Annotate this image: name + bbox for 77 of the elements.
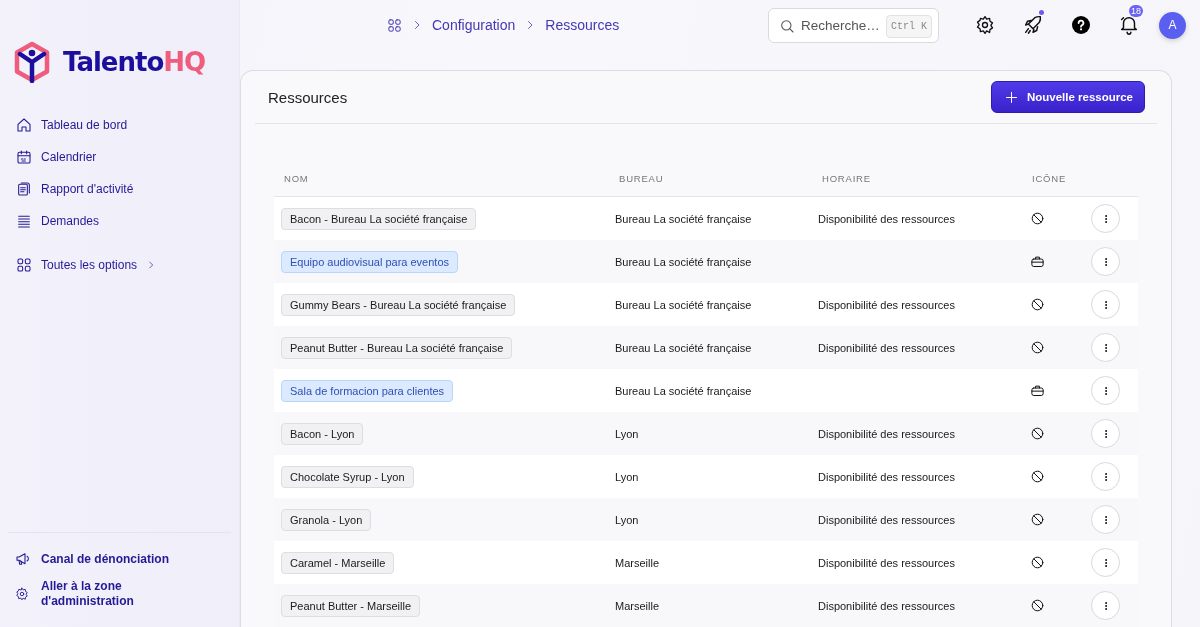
more-options-button[interactable]: [1091, 505, 1120, 534]
table-cell: Marseille: [615, 599, 659, 612]
resource-tag[interactable]: Gummy Bears - Bureau La société française: [281, 293, 516, 316]
breadcrumb-link[interactable]: Ressources: [545, 17, 620, 33]
table-cell: Disponibilité des ressources: [818, 427, 955, 440]
briefcase-icon: [1030, 254, 1045, 269]
resource-tag[interactable]: Sala de formacion para clientes: [281, 379, 454, 402]
breadcrumb-link[interactable]: Configuration: [432, 17, 516, 33]
sidebar-item[interactable]: Aller à la zone d'administration: [15, 579, 231, 609]
home-icon: [16, 117, 32, 133]
no-entry-icon: [1030, 555, 1045, 570]
no-entry-icon: [1030, 469, 1045, 484]
gear-icon[interactable]: [975, 15, 995, 35]
more-options-button[interactable]: [1091, 462, 1120, 491]
more-options-button[interactable]: [1091, 376, 1120, 405]
resource-tag[interactable]: Bacon - Lyon: [281, 422, 364, 445]
help-icon[interactable]: [1072, 16, 1090, 34]
user-avatar[interactable]: A: [1159, 11, 1186, 39]
sidebar-item[interactable]: Canal de dénonciation: [15, 551, 231, 567]
more-options-button[interactable]: [1091, 591, 1120, 620]
resource-tag[interactable]: Equipo audiovisual para eventos: [281, 250, 458, 273]
rocket-icon: [1022, 14, 1044, 36]
more-options-button[interactable]: [1091, 204, 1120, 233]
table-cell: Disponibilité des ressources: [818, 599, 955, 612]
no-entry-icon: [1030, 426, 1045, 441]
table-cell: Lyon: [615, 470, 639, 483]
table-cell: Marseille: [615, 556, 659, 569]
table-cell: Lyon: [615, 513, 639, 526]
notification-badge: 18: [1129, 5, 1143, 17]
table-cell: Bureau La société française: [615, 341, 752, 354]
sidebar-item[interactable]: Calendrier: [16, 146, 239, 168]
list-icon: [16, 213, 32, 229]
table-cell: Disponibilité des ressources: [818, 298, 955, 311]
search-icon: [779, 17, 795, 34]
resource-tag[interactable]: Peanut Butter - Marseille: [281, 594, 421, 617]
resource-tag[interactable]: Bacon - Bureau La société française: [281, 207, 477, 230]
table-cell: Disponibilité des ressources: [818, 556, 955, 569]
sidebar-item[interactable]: Demandes: [16, 210, 239, 232]
all-options-link[interactable]: Toutes les options: [16, 254, 239, 276]
page-title: Ressources: [268, 88, 348, 106]
briefcase-icon: [1030, 383, 1045, 398]
table-cell: Bureau La société française: [615, 212, 752, 225]
more-options-button[interactable]: [1091, 548, 1120, 577]
bell-icon: [1118, 14, 1140, 36]
resource-tag[interactable]: Granola - Lyon: [281, 508, 372, 531]
more-options-button[interactable]: [1091, 333, 1120, 362]
no-entry-icon: [1030, 598, 1045, 613]
no-entry-icon: [1030, 211, 1045, 226]
no-entry-icon: [1030, 512, 1045, 527]
megaphone-icon: [15, 551, 31, 567]
more-options-button[interactable]: [1091, 290, 1120, 319]
sidebar-item[interactable]: Tableau de bord: [16, 114, 239, 136]
table-cell: Lyon: [615, 427, 639, 440]
table-cell: Bureau La société française: [615, 384, 752, 397]
resource-tag[interactable]: Peanut Butter - Bureau La société française: [281, 336, 513, 359]
brand-logo: TalentoHQ: [63, 47, 206, 77]
no-entry-icon: [1030, 297, 1045, 312]
more-options-button[interactable]: [1091, 247, 1120, 276]
plus-icon: [1003, 89, 1019, 105]
table-cell: Disponibilité des ressources: [818, 212, 955, 225]
sidebar-item[interactable]: Rapport d'activité: [16, 178, 239, 200]
new-resource-button[interactable]: Nouvelle ressource: [990, 81, 1145, 113]
clipboard-icon: [16, 181, 32, 197]
table-cell: Disponibilité des ressources: [818, 470, 955, 483]
resource-tag[interactable]: Caramel - Marseille: [281, 551, 395, 574]
table-cell: Bureau La société française: [615, 298, 752, 311]
more-options-button[interactable]: [1091, 419, 1120, 448]
gear-icon: [15, 587, 29, 601]
no-entry-icon: [1030, 340, 1045, 355]
calendar-icon: [16, 149, 32, 165]
table-cell: Disponibilité des ressources: [818, 513, 955, 526]
table-cell: Bureau La société française: [615, 255, 752, 268]
grid-icon: [16, 257, 32, 273]
table-cell: Disponibilité des ressources: [818, 341, 955, 354]
apps-icon[interactable]: [387, 17, 402, 33]
logo-icon: [13, 41, 51, 83]
resource-tag[interactable]: Chocolate Syrup - Lyon: [281, 465, 414, 488]
